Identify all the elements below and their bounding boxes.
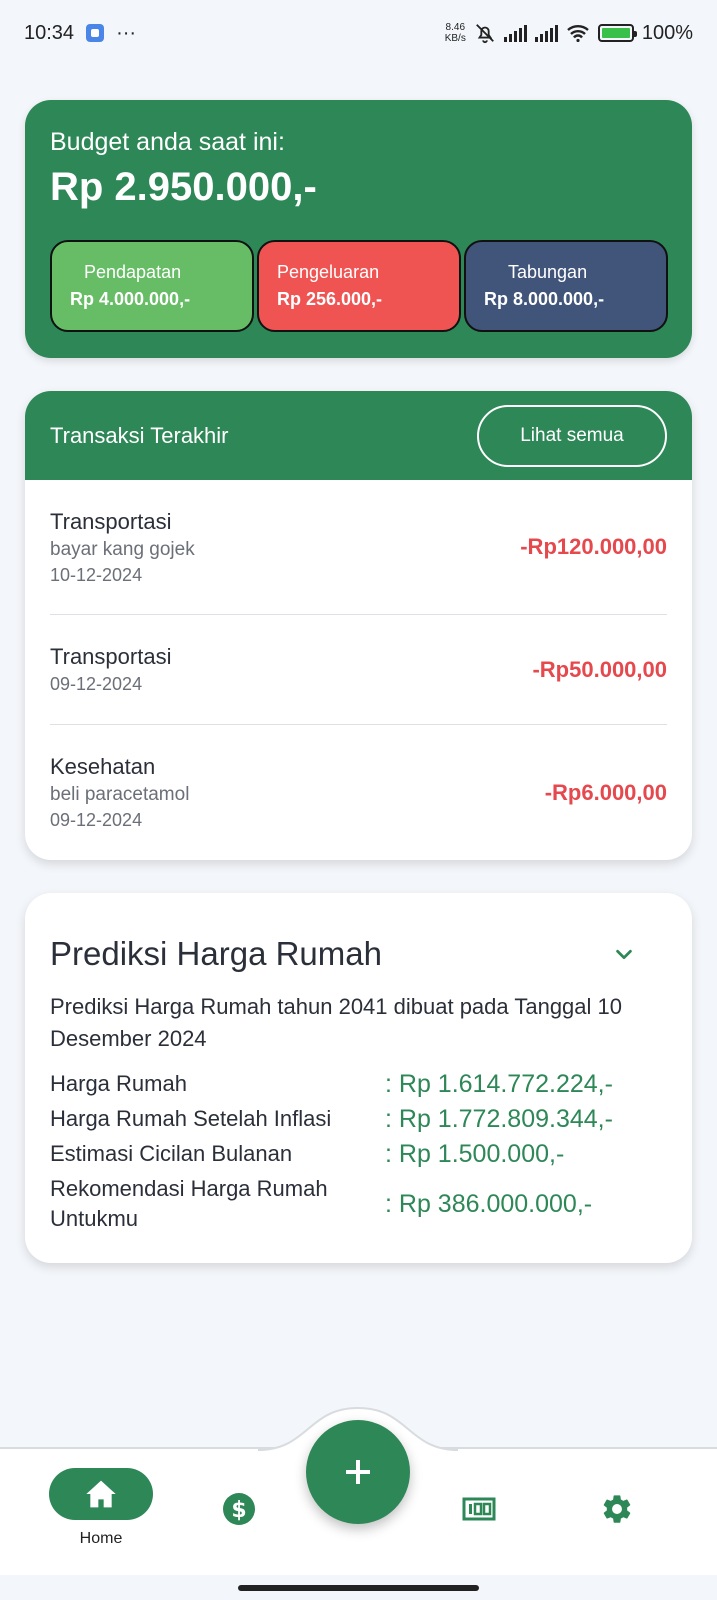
transactions-list: Transportasi bayar kang gojek 10-12-2024… xyxy=(25,480,692,860)
nav-home[interactable]: Home xyxy=(49,1468,153,1548)
prediction-title: Prediksi Harga Rumah xyxy=(50,935,382,972)
transaction-category: Transportasi xyxy=(50,644,172,669)
transaction-row[interactable]: Transportasi 09-12-2024 -Rp50.000,00 xyxy=(50,615,667,725)
status-bar: 10:34 ··· 8.46 KB/s 100% xyxy=(0,0,717,66)
prediction-value: : Rp 386.000.000,- xyxy=(385,1190,593,1218)
prediction-row: Harga Rumah Setelah Inflasi : Rp 1.772.8… xyxy=(50,1104,667,1134)
prediction-row: Rekomendasi Harga Rumah Untukmu : Rp 386… xyxy=(50,1174,667,1234)
house-price-prediction-card: Prediksi Harga Rumah Prediksi Harga Ruma… xyxy=(25,893,692,1263)
prediction-header[interactable]: Prediksi Harga Rumah xyxy=(50,935,667,973)
chevron-down-icon[interactable] xyxy=(613,943,635,965)
budget-stats: Pendapatan Rp 4.000.000,- Pengeluaran Rp… xyxy=(50,240,668,332)
transaction-date: 09-12-2024 xyxy=(50,810,143,830)
prediction-label: Harga Rumah Setelah Inflasi xyxy=(50,1106,332,1131)
status-time: 10:34 xyxy=(24,21,75,44)
svg-text:$: $ xyxy=(231,1498,246,1523)
add-transaction-button[interactable] xyxy=(306,1420,410,1524)
wifi-icon xyxy=(567,25,589,42)
battery-level: 100% xyxy=(641,21,693,44)
budget-value: Rp 2.950.000,- xyxy=(50,165,317,209)
transaction-row[interactable]: Kesehatan beli paracetamol 09-12-2024 -R… xyxy=(50,725,667,860)
saving-box[interactable]: Tabungan Rp 8.000.000,- xyxy=(464,240,668,332)
prediction-row: Estimasi Cicilan Bulanan : Rp 1.500.000,… xyxy=(50,1139,667,1169)
saving-value: Rp 8.000.000,- xyxy=(484,289,605,309)
budget-label: Budget anda saat ini: xyxy=(50,128,285,156)
prediction-label: Harga Rumah xyxy=(50,1071,187,1096)
add-icon xyxy=(346,1460,370,1484)
expense-label: Pengeluaran xyxy=(277,262,380,282)
battery-icon xyxy=(597,24,637,42)
transaction-note: beli paracetamol xyxy=(50,784,190,805)
settings-icon xyxy=(603,1495,631,1523)
transaction-date: 09-12-2024 xyxy=(50,674,143,694)
nav-transactions[interactable]: $ xyxy=(222,1492,256,1526)
prediction-value: : Rp 1.772.809.344,- xyxy=(385,1105,613,1133)
prediction-label: Rekomendasi Harga Rumah Untukmu xyxy=(50,1176,328,1231)
budget-card: Budget anda saat ini: Rp 2.950.000,- Pen… xyxy=(25,100,692,358)
transaction-amount: -Rp6.000,00 xyxy=(544,779,667,805)
income-label: Pendapatan xyxy=(84,262,182,282)
signal-2-icon xyxy=(534,24,558,42)
transaction-note: bayar kang gojek xyxy=(50,538,195,560)
income-value: Rp 4.000.000,- xyxy=(70,289,191,309)
nav-home-label: Home xyxy=(79,1530,123,1547)
home-icon xyxy=(86,1480,116,1508)
nav-budget[interactable] xyxy=(462,1497,496,1521)
prediction-details: Harga Rumah : Rp 1.614.772.224,- Harga R… xyxy=(50,1069,667,1234)
expense-value: Rp 256.000,- xyxy=(277,289,383,309)
transaction-category: Kesehatan xyxy=(50,754,156,779)
recent-transactions-card: Transaksi Terakhir Lihat semua Transport… xyxy=(25,391,692,860)
nav-settings[interactable] xyxy=(600,1492,634,1526)
prediction-value: : Rp 1.614.772.224,- xyxy=(385,1070,613,1098)
expense-box[interactable]: Pengeluaran Rp 256.000,- xyxy=(257,240,461,332)
dollar-icon: $ xyxy=(223,1493,255,1525)
prediction-label: Estimasi Cicilan Bulanan xyxy=(50,1141,293,1166)
transaction-amount: -Rp50.000,00 xyxy=(532,656,667,682)
transactions-title: Transaksi Terakhir xyxy=(50,422,229,448)
prediction-description: Prediksi Harga Rumah tahun 2041 dibuat p… xyxy=(50,994,622,1051)
transaction-date: 10-12-2024 xyxy=(50,564,143,585)
prediction-row: Harga Rumah : Rp 1.614.772.224,- xyxy=(50,1069,667,1099)
more-notifications-icon: ··· xyxy=(116,21,137,44)
prediction-value: : Rp 1.500.000,- xyxy=(385,1140,565,1168)
transactions-header: Transaksi Terakhir Lihat semua xyxy=(25,391,692,480)
income-box[interactable]: Pendapatan Rp 4.000.000,- xyxy=(50,240,254,332)
network-speed: 8.46 KB/s xyxy=(444,22,466,44)
gesture-bar[interactable] xyxy=(238,1585,479,1591)
bell-off-icon xyxy=(475,24,494,44)
saving-label: Tabungan xyxy=(508,262,588,282)
app-notification-icon xyxy=(86,24,105,42)
signal-1-icon xyxy=(503,24,527,42)
see-all-button[interactable]: Lihat semua xyxy=(477,404,667,467)
home-pill[interactable] xyxy=(49,1468,153,1520)
transaction-category: Transportasi xyxy=(50,508,172,534)
budget-icon xyxy=(462,1497,496,1521)
transaction-amount: -Rp120.000,00 xyxy=(520,534,667,559)
transaction-row[interactable]: Transportasi bayar kang gojek 10-12-2024… xyxy=(50,480,667,615)
